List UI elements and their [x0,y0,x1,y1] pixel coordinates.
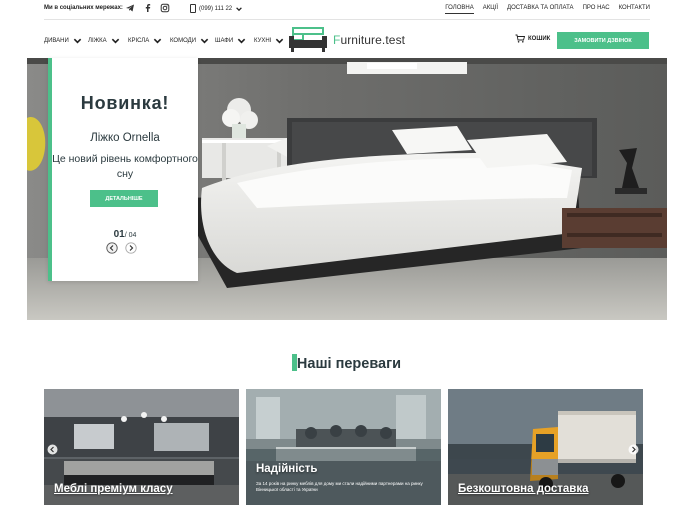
advantage-card-reliability[interactable]: Надійність За 14 років на ринку меблів д… [246,389,441,505]
chevron-down-icon[interactable] [235,5,243,13]
phone-icon [190,4,196,13]
advantage-card-delivery[interactable]: Безкоштовна доставка [448,389,643,505]
hero-subtitle: Ліжко Ornella [90,132,160,144]
topnav-contacts[interactable]: КОНТАКТИ [619,5,650,14]
nav-item-armchairs[interactable]: КРІСЛА [128,36,162,45]
topnav-promotions[interactable]: АКЦІЇ [483,5,498,14]
slide-current: 01 [113,229,125,240]
telegram-icon[interactable] [125,3,135,13]
nav-item-label: ДИВАНИ [44,37,69,44]
facebook-icon[interactable] [143,3,153,13]
main-navigation: ДИВАНИ ЛІЖКА КРІСЛА КОМОДИ ШАФИ КУХНІ Fu… [0,24,693,58]
chevron-down-icon [73,38,82,44]
sofa-logo-icon [289,27,327,52]
top-bar: Ми в соціальних мережах: (099) 111 22 ГО… [0,0,693,20]
topnav-home[interactable]: ГОЛОВНА [445,5,474,14]
site-logo[interactable]: Furniture.test [287,26,405,54]
chevron-down-icon [276,38,284,44]
top-navigation: ГОЛОВНА АКЦІЇ ДОСТАВКА ТА ОПЛАТА ПРО НАС… [445,5,650,14]
hero-title: Новинка! [80,93,170,113]
cart-link[interactable]: КОШИК [515,34,550,43]
cart-label: КОШИК [528,35,551,42]
card-title: Меблі преміум класу [54,483,173,495]
details-button[interactable]: ДЕТАЛЬНІШЕ [90,190,158,207]
topnav-about[interactable]: ПРО НАС [583,5,610,14]
chevron-down-icon [237,38,246,44]
nav-item-wardrobes[interactable]: ШАФИ [215,36,246,45]
advantage-card-premium[interactable]: Меблі преміум класу [44,389,239,505]
card-title: Надійність [256,463,318,475]
logo-text: Furniture.test [333,33,406,47]
card-description: За 14 років на ринку меблів для дому ми … [256,481,423,492]
nav-item-label: КОМОДИ [170,37,197,44]
next-slide-icon[interactable] [125,242,137,254]
nav-item-label: КУХНІ [254,37,272,44]
chevron-down-icon [154,38,162,44]
nav-item-beds[interactable]: ЛІЖКА [88,36,120,45]
nav-item-sofas[interactable]: ДИВАНИ [44,36,82,45]
nav-item-dressers[interactable]: КОМОДИ [170,36,209,45]
chevron-down-icon [200,38,209,44]
callback-button[interactable]: ЗАМОВИТИ ДЗВІНОК [557,32,649,49]
phone-text: (099) 111 22 [199,5,233,12]
prev-card-icon[interactable] [47,444,58,455]
prev-slide-icon[interactable] [106,242,118,254]
hero-card: Новинка! Ліжко Ornella Це новий рівень к… [48,58,198,281]
nav-item-label: ЛІЖКА [88,37,107,44]
cart-icon [515,34,525,43]
phone-number[interactable]: (099) 111 22 [190,4,243,13]
next-card-icon[interactable] [628,444,639,455]
card-title: Безкоштовна доставка [458,483,589,495]
divider [44,19,650,20]
topnav-delivery[interactable]: ДОСТАВКА ТА ОПЛАТА [507,5,574,14]
chevron-down-icon [111,38,119,44]
slide-counter: 01/ 04 [52,224,198,242]
advantages-title: Наші переваги [0,354,693,372]
nav-item-label: КРІСЛА [128,37,150,44]
instagram-icon[interactable] [160,3,170,13]
social-label: Ми в соціальних мережах: [44,5,123,11]
hero-description: Це новий рівень комфортного сну [52,153,198,180]
nav-item-kitchens[interactable]: КУХНІ [254,36,284,45]
slide-total: / 04 [124,232,137,239]
nav-item-label: ШАФИ [215,37,234,44]
